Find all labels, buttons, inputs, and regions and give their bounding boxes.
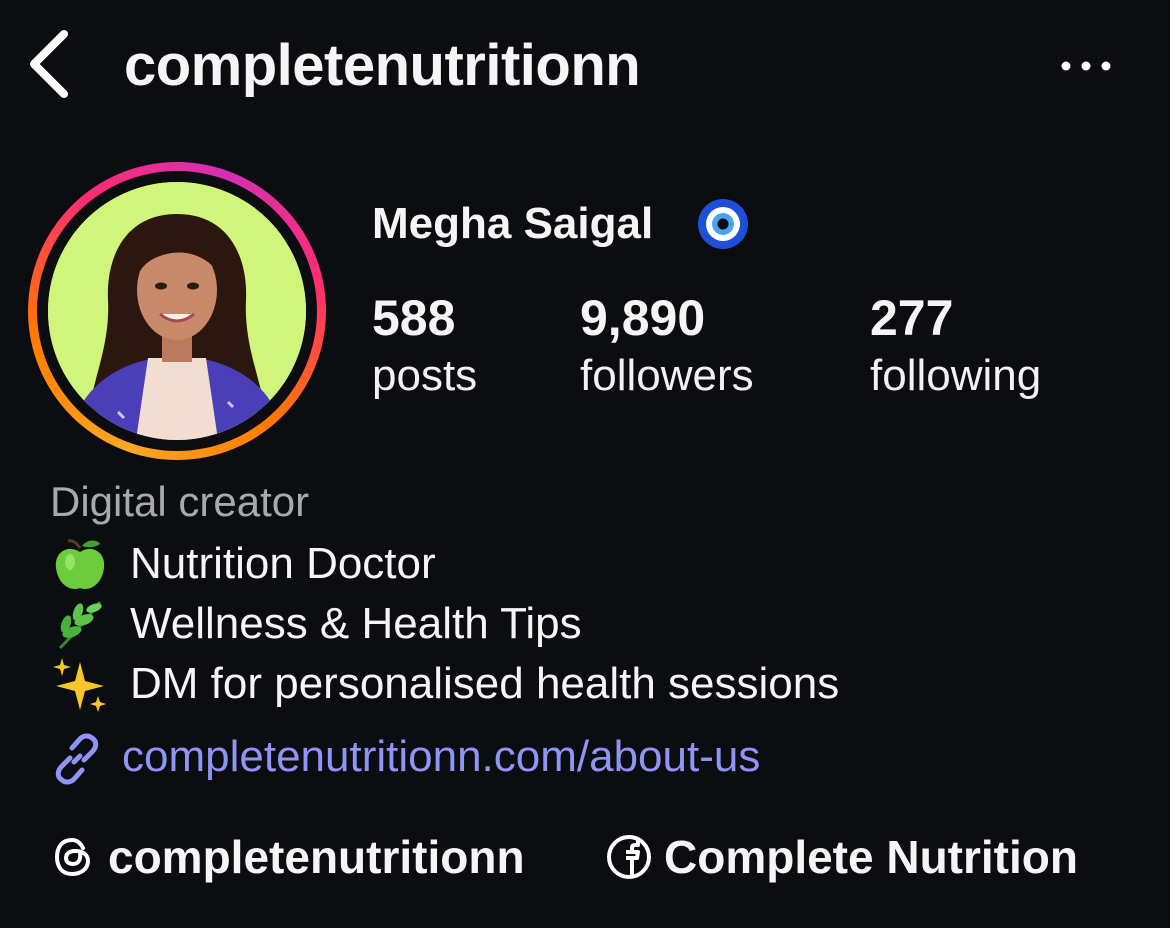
- threads-icon: [54, 837, 91, 877]
- stat-followers[interactable]: 9,890 followers: [580, 288, 754, 404]
- green-apple-icon: [55, 539, 105, 590]
- posts-count: 588: [372, 290, 456, 346]
- story-ring[interactable]: [28, 162, 326, 460]
- more-options-button[interactable]: [1052, 46, 1122, 86]
- more-horizontal-icon: [1061, 61, 1111, 71]
- back-button[interactable]: [22, 26, 78, 102]
- followers-count: 9,890: [580, 290, 706, 346]
- profile-category: Digital creator: [50, 478, 310, 525]
- avatar[interactable]: [48, 182, 306, 440]
- following-label: following: [870, 351, 1042, 400]
- link-icon: [55, 733, 99, 785]
- herb-icon: [58, 601, 102, 650]
- stat-posts[interactable]: 588 posts: [372, 288, 477, 404]
- bio-line-1: Nutrition Doctor: [130, 539, 436, 588]
- following-count: 277: [870, 290, 954, 346]
- facebook-icon: [607, 835, 651, 879]
- followers-label: followers: [580, 351, 754, 400]
- facebook-page-name: Complete Nutrition: [664, 831, 1078, 883]
- bio-line-3: DM for personalised health sessions: [130, 659, 840, 708]
- posts-label: posts: [372, 351, 478, 400]
- sparkles-icon: [53, 658, 106, 712]
- nazar-amulet-icon: [698, 199, 748, 249]
- bio-line-2: Wellness & Health Tips: [130, 599, 582, 648]
- link-text: completenutritionn.com/about-us: [122, 732, 761, 781]
- chevron-left-icon: [30, 30, 68, 98]
- stat-following[interactable]: 277 following: [870, 288, 1041, 404]
- profile-username: completenutritionn: [124, 33, 641, 98]
- display-name: Megha Saigal: [372, 199, 654, 248]
- profile-photo: [48, 182, 306, 440]
- threads-username: completenutritionn: [108, 831, 525, 883]
